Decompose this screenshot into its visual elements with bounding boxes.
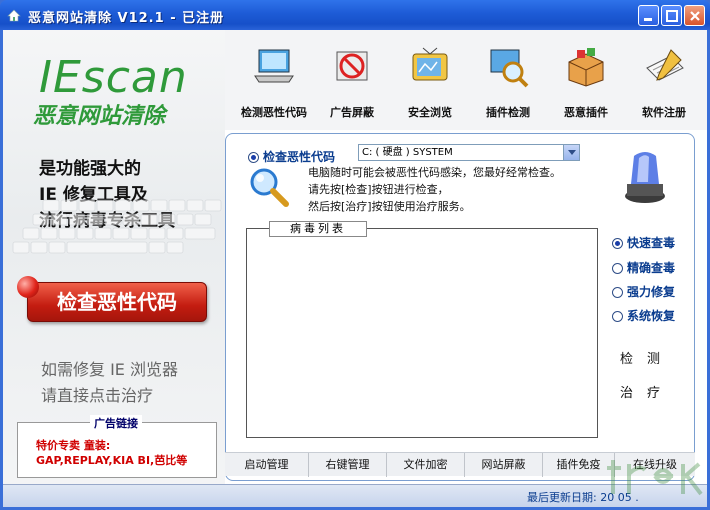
context-menu-manager-button[interactable]: 右键管理 [309,453,387,477]
ad-link-line-1[interactable]: 特价专卖 童装: [36,437,110,453]
tool-plugin-check[interactable]: 插件检测 [469,34,547,124]
close-icon [690,11,700,21]
app-window: 恶意网站清除 V12.1 - 已注册 IEscan 恶意网站清除 是功能强大的 … [0,0,710,510]
radio-icon[interactable] [612,263,623,274]
info-line-3: 然后按[治疗]按钮使用治疗服务。 [308,200,471,213]
close-button[interactable] [684,5,705,26]
radio-selected-icon[interactable] [248,152,259,163]
title-bar[interactable]: 恶意网站清除 V12.1 - 已注册 [0,0,710,30]
tool-label: 广告屏蔽 [330,106,374,119]
ad-link-line-2[interactable]: GAP,REPLAY,KIA BI,芭比等 [36,452,187,468]
repair-note-line-2: 请直接点击治疗 [41,386,154,405]
no-ads-icon [336,51,368,81]
status-lamp-icon [625,152,665,203]
tool-label: 安全浏览 [408,106,452,119]
ad-link-box: 广告链接 特价专卖 童装: GAP,REPLAY,KIA BI,芭比等 [17,415,217,478]
tool-malicious-plugin[interactable]: 恶意插件 [547,34,625,124]
detect-button[interactable]: 检测 [620,348,674,367]
tool-detect-malicious-code[interactable]: 检测恶性代码 [235,34,313,124]
drive-select[interactable]: C: ( 硬盘 ) SYSTEM [358,144,580,161]
magnifier-icon [250,168,289,207]
info-line-1: 电脑随时可能会被恶性代码感染，您最好经常检查。 [308,166,561,179]
keyboard-image [12,199,222,254]
laptop-icon [254,49,294,83]
option-system-restore[interactable]: 系统恢复 [612,307,675,324]
info-line-2: 请先按[检查]按钮进行检查， [308,183,449,196]
option-quick-scan[interactable]: 快速查毒 [612,234,675,251]
slogan-line-1: 是功能强大的 [39,159,141,179]
tool-label: 插件检测 [486,106,530,119]
client-area: IEscan 恶意网站清除 是功能强大的 IE 修复工具及 流行病毒专杀工具 [3,30,707,507]
radio-selected-icon[interactable] [612,238,623,249]
check-malicious-code-button[interactable]: 检查恶性代码 [27,282,207,322]
option-force-repair[interactable]: 强力修复 [612,283,675,300]
status-bar: 最后更新日期: 20 05 . [3,484,707,507]
window-title: 恶意网站清除 V12.1 - 已注册 [28,11,225,26]
treat-button[interactable]: 治疗 [620,382,674,401]
box-icon [568,48,604,87]
pen-paper-icon [646,49,684,81]
site-block-button[interactable]: 网站屏蔽 [465,453,543,477]
chevron-down-icon[interactable] [563,145,579,160]
red-ball-icon [17,276,39,298]
ad-box-title: 广告链接 [90,415,142,431]
repair-note-line-1: 如需修复 IE 浏览器 [41,360,179,379]
check-malicious-code-option[interactable]: 检查恶性代码 [248,148,335,165]
tool-label: 恶意插件 [564,106,608,119]
tool-ad-block[interactable]: 广告屏蔽 [313,34,391,124]
radio-icon[interactable] [612,311,623,322]
virus-list-title: 病毒列表 [269,221,367,237]
file-encrypt-button[interactable]: 文件加密 [387,453,465,477]
maximize-button[interactable] [661,5,682,26]
virus-list[interactable]: 病毒列表 [246,221,598,438]
startup-manager-button[interactable]: 启动管理 [225,453,309,477]
tool-label: 检测恶性代码 [241,106,307,119]
tool-safe-browse[interactable]: 安全浏览 [391,34,469,124]
logo: IEscan [39,52,188,103]
tool-label: 软件注册 [642,106,686,119]
tv-icon [412,47,448,81]
magnifier-screen-icon [490,49,529,88]
option-precise-scan[interactable]: 精确查毒 [612,259,675,276]
tool-software-register[interactable]: 软件注册 [625,34,703,124]
logo-subtitle: 恶意网站清除 [33,104,166,129]
left-panel: IEscan 恶意网站清除 是功能强大的 IE 修复工具及 流行病毒专杀工具 [3,30,225,507]
minimize-button[interactable] [638,5,659,26]
main-panel: 检查恶性代码 C: ( 硬盘 ) SYSTEM 电脑随时可能会被恶性代码感染，您… [225,133,695,481]
app-icon [7,9,21,22]
radio-icon[interactable] [612,287,623,298]
main-toolbar: 检测恶性代码 广告屏蔽 安全浏览 插件检测 恶意插件 软件注册 [225,30,707,130]
watermark-logo-icon [607,460,703,496]
maximize-icon [666,10,678,22]
minimize-icon [644,18,652,21]
drive-select-value: C: ( 硬盘 ) SYSTEM [362,147,453,158]
